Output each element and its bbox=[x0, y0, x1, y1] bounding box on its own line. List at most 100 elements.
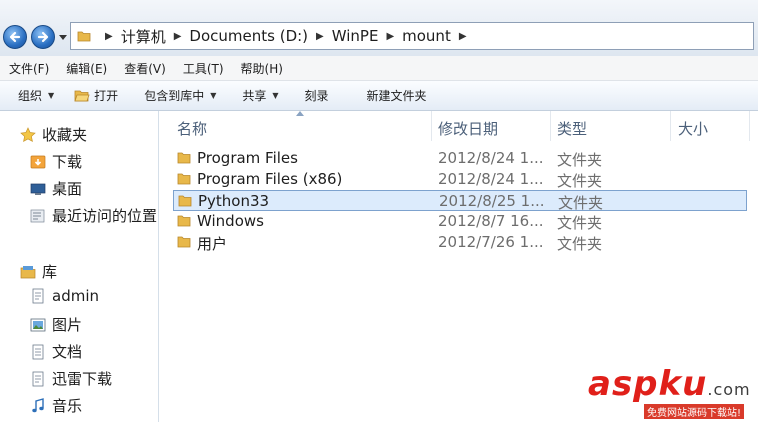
nav-desktop-label: 桌面 bbox=[52, 180, 83, 198]
table-row[interactable]: Windows 2012/8/7 16... 文件夹 bbox=[173, 211, 747, 232]
open-label: 打开 bbox=[94, 89, 119, 103]
documents-icon bbox=[32, 344, 44, 359]
column-type-header[interactable]: 类型 bbox=[557, 118, 587, 139]
nav-libraries[interactable]: 库 bbox=[20, 261, 57, 282]
table-row[interactable]: Program Files 2012/8/24 1... 文件夹 bbox=[173, 148, 747, 169]
table-row[interactable]: 用户 2012/7/26 1... 文件夹 bbox=[173, 232, 747, 253]
nav-music-label: 音乐 bbox=[52, 397, 83, 415]
burn-label: 刻录 bbox=[304, 89, 329, 103]
nav-xunlei-downloads-label: 迅雷下载 bbox=[52, 370, 113, 388]
burn-button[interactable]: 刻录 bbox=[297, 87, 337, 104]
forward-button[interactable] bbox=[31, 25, 55, 49]
breadcrumb-computer[interactable]: 计算机 bbox=[121, 26, 166, 47]
command-bar: 组织 ▼ 打开 包含到库中 ▼ 共享 ▼ 刻录 新建文件夹 bbox=[0, 81, 758, 111]
menu-help[interactable]: 帮助(H) bbox=[232, 60, 291, 77]
nav-desktop[interactable]: 桌面 bbox=[30, 178, 82, 199]
breadcrumb-documents-drive[interactable]: Documents (D:) bbox=[189, 27, 308, 45]
nav-admin[interactable]: admin bbox=[30, 287, 99, 305]
chevron-down-icon: ▼ bbox=[48, 91, 55, 100]
share-label: 共享 bbox=[242, 89, 267, 103]
nav-music[interactable]: 音乐 bbox=[30, 395, 82, 416]
arrow-left-icon bbox=[9, 31, 21, 43]
menu-file[interactable]: 文件(F) bbox=[0, 60, 57, 77]
column-divider[interactable] bbox=[670, 111, 671, 141]
file-name: Python33 bbox=[198, 192, 270, 210]
menu-tools[interactable]: 工具(T) bbox=[174, 60, 232, 77]
nav-downloads[interactable]: 下载 bbox=[30, 151, 82, 172]
column-modified-header[interactable]: 修改日期 bbox=[438, 118, 498, 139]
watermark-brand-domain: .com bbox=[707, 380, 751, 399]
breadcrumb-mount[interactable]: mount bbox=[402, 27, 451, 45]
breadcrumb-separator-icon[interactable]: ▶ bbox=[459, 31, 467, 42]
watermark-brand-part: ku bbox=[658, 364, 708, 404]
new-folder-button[interactable]: 新建文件夹 bbox=[359, 87, 435, 104]
file-name: Program Files bbox=[197, 149, 298, 167]
share-button[interactable]: 共享 ▼ bbox=[234, 87, 286, 104]
desktop-icon bbox=[30, 183, 46, 195]
breadcrumb-separator-icon[interactable]: ▶ bbox=[386, 31, 394, 42]
recent-pages-dropdown-icon[interactable] bbox=[59, 33, 67, 41]
breadcrumb-separator-icon[interactable]: ▶ bbox=[105, 31, 113, 42]
file-name: Windows bbox=[197, 212, 264, 230]
watermark-logo: aspku.com bbox=[588, 364, 751, 404]
file-modified: 2012/8/24 1... bbox=[438, 170, 544, 188]
file-type: 文件夹 bbox=[557, 172, 603, 190]
breadcrumb-separator-icon[interactable]: ▶ bbox=[174, 31, 182, 42]
menu-view[interactable]: 查看(V) bbox=[115, 60, 174, 77]
file-modified: 2012/7/26 1... bbox=[438, 233, 544, 251]
menu-bar: 文件(F) 编辑(E) 查看(V) 工具(T) 帮助(H) bbox=[0, 56, 758, 81]
organize-label: 组织 bbox=[18, 89, 43, 103]
chevron-down-icon: ▼ bbox=[210, 91, 217, 100]
table-row-selected[interactable]: Python33 2012/8/25 1... 文件夹 bbox=[173, 190, 747, 212]
file-type: 文件夹 bbox=[557, 214, 603, 232]
nav-pictures[interactable]: 图片 bbox=[30, 314, 82, 335]
column-divider[interactable] bbox=[749, 111, 750, 141]
watermark-brand-part: asp bbox=[588, 364, 659, 404]
nav-favorites-label: 收藏夹 bbox=[42, 126, 88, 144]
folder-icon bbox=[177, 215, 191, 227]
nav-favorites[interactable]: 收藏夹 bbox=[20, 124, 87, 145]
nav-pictures-label: 图片 bbox=[52, 316, 83, 334]
file-modified: 2012/8/7 16... bbox=[438, 212, 544, 230]
column-divider[interactable] bbox=[431, 111, 432, 141]
nav-recent[interactable]: 最近访问的位置 bbox=[30, 205, 157, 226]
breadcrumb-winpe[interactable]: WinPE bbox=[332, 27, 379, 45]
column-header-row: 名称 修改日期 类型 大小 bbox=[159, 111, 758, 141]
nav-downloads-label: 下载 bbox=[52, 153, 83, 171]
file-name: Program Files (x86) bbox=[197, 170, 343, 188]
nav-documents-label: 文档 bbox=[52, 343, 83, 361]
site-watermark: aspku.com 免费网站源码下载站! bbox=[586, 364, 758, 422]
nav-recent-label: 最近访问的位置 bbox=[52, 207, 158, 225]
downloads-folder-icon bbox=[30, 155, 46, 168]
include-in-library-label: 包含到库中 bbox=[144, 89, 205, 103]
column-name-header[interactable]: 名称 bbox=[177, 118, 207, 139]
address-bar-area: ▶ 计算机 ▶ Documents (D:) ▶ WinPE ▶ mount ▶ bbox=[0, 0, 758, 56]
nav-admin-label: admin bbox=[52, 287, 99, 305]
breadcrumb-separator-icon[interactable]: ▶ bbox=[316, 31, 324, 42]
chevron-down-icon: ▼ bbox=[272, 91, 279, 100]
file-type: 文件夹 bbox=[557, 235, 603, 253]
nav-documents[interactable]: 文档 bbox=[30, 341, 82, 362]
menu-edit[interactable]: 编辑(E) bbox=[57, 60, 115, 77]
column-divider[interactable] bbox=[550, 111, 551, 141]
back-button[interactable] bbox=[3, 25, 27, 49]
table-row[interactable]: Program Files (x86) 2012/8/24 1... 文件夹 bbox=[173, 169, 747, 190]
nav-xunlei-downloads[interactable]: 迅雷下载 bbox=[30, 368, 112, 389]
folder-icon bbox=[177, 173, 191, 185]
file-type: 文件夹 bbox=[558, 194, 604, 212]
file-modified: 2012/8/25 1... bbox=[439, 192, 545, 210]
open-button[interactable]: 打开 bbox=[66, 87, 126, 104]
sort-ascending-icon bbox=[296, 111, 304, 116]
file-modified: 2012/8/24 1... bbox=[438, 149, 544, 167]
address-field[interactable]: ▶ 计算机 ▶ Documents (D:) ▶ WinPE ▶ mount ▶ bbox=[70, 22, 754, 50]
navigation-pane: 收藏夹 下载 桌面 最近访问的位置 库 admin 图片 文档 迅雷下载 音乐 bbox=[0, 111, 159, 422]
music-note-icon bbox=[32, 397, 44, 412]
watermark-tagline: 免费网站源码下载站! bbox=[644, 404, 745, 419]
column-size-header[interactable]: 大小 bbox=[678, 118, 708, 139]
folder-icon bbox=[177, 152, 191, 164]
star-icon bbox=[20, 126, 36, 142]
new-folder-label: 新建文件夹 bbox=[366, 89, 427, 103]
organize-button[interactable]: 组织 ▼ bbox=[10, 87, 62, 104]
include-in-library-button[interactable]: 包含到库中 ▼ bbox=[136, 87, 224, 104]
file-name: 用户 bbox=[197, 235, 228, 253]
